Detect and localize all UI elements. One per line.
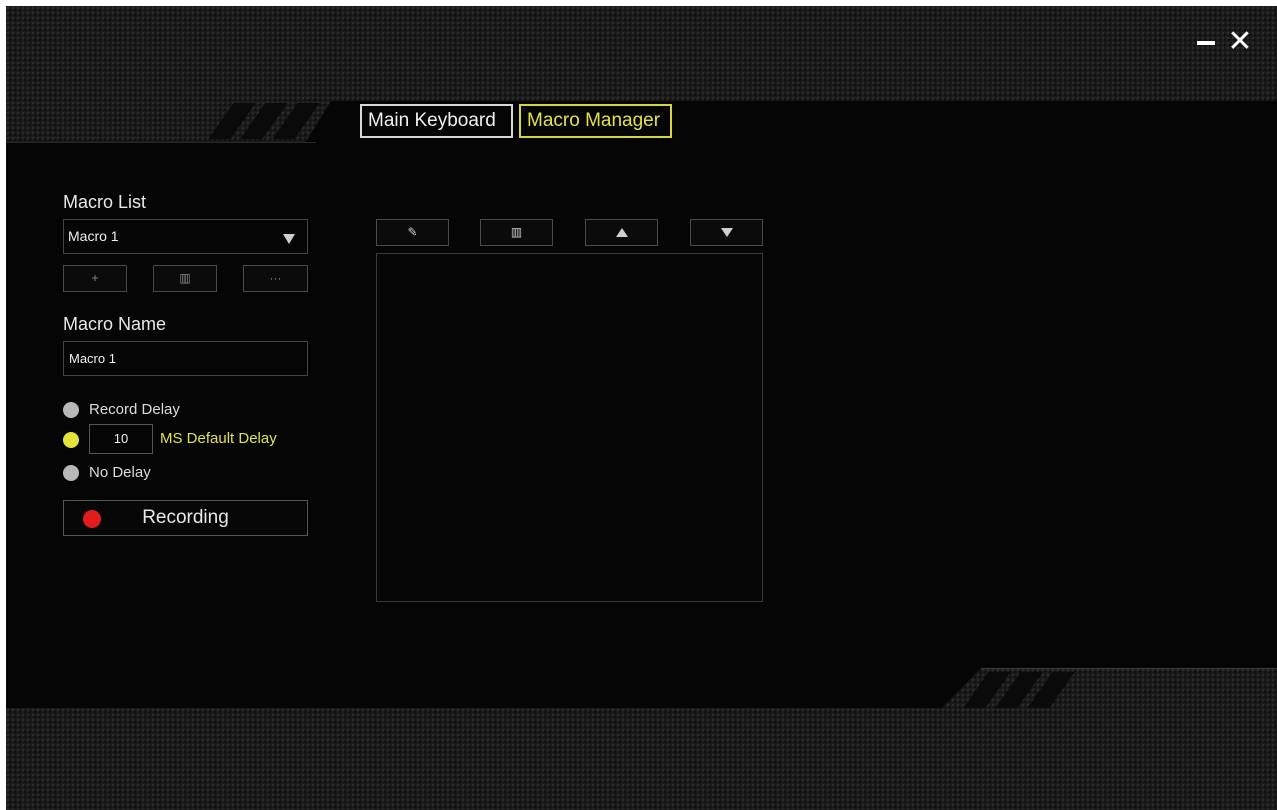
- no-delay-radio[interactable]: [63, 465, 79, 481]
- header-background: [6, 6, 1277, 101]
- header-stripes-decoration: [208, 103, 321, 139]
- add-macro-button[interactable]: +: [63, 265, 127, 292]
- recording-label: Recording: [142, 507, 229, 528]
- minimize-icon[interactable]: [1191, 28, 1219, 56]
- record-delay-radio[interactable]: [63, 402, 79, 418]
- record-dot-icon: [83, 510, 101, 528]
- pencil-icon: ✎: [407, 225, 418, 239]
- recording-button[interactable]: Recording: [63, 500, 308, 536]
- trash-icon: ▥: [179, 271, 191, 285]
- record-delay-label: Record Delay: [89, 401, 180, 418]
- macro-steps-list[interactable]: [376, 253, 763, 602]
- arrow-down-icon: [720, 228, 733, 238]
- macro-name-input[interactable]: Macro 1: [63, 341, 308, 376]
- footer-stripes-decoration: [963, 672, 1076, 708]
- tab-macro-manager[interactable]: Macro Manager: [519, 104, 672, 138]
- move-down-button[interactable]: [690, 219, 763, 246]
- delete-macro-button[interactable]: ▥: [153, 265, 217, 292]
- plus-icon: +: [91, 271, 99, 285]
- macro-list-selected: Macro 1: [68, 228, 119, 244]
- footer-background: [6, 708, 1277, 810]
- arrow-up-icon: [615, 228, 628, 238]
- default-delay-radio[interactable]: [63, 432, 79, 448]
- app-window: ✕ Main Keyboard Macro Manager Macro List…: [6, 6, 1277, 810]
- chevron-down-icon: [283, 234, 295, 244]
- more-options-button[interactable]: ···: [243, 265, 308, 292]
- close-icon[interactable]: ✕: [1226, 27, 1254, 57]
- edit-step-button[interactable]: ✎: [376, 219, 449, 246]
- macro-list-dropdown[interactable]: Macro 1: [63, 219, 308, 254]
- header-divider: [6, 142, 316, 143]
- no-delay-label: No Delay: [89, 464, 151, 481]
- default-delay-input[interactable]: 10: [89, 424, 153, 454]
- macro-list-label: Macro List: [63, 192, 147, 212]
- tab-main-keyboard[interactable]: Main Keyboard: [360, 104, 513, 138]
- move-up-button[interactable]: [585, 219, 658, 246]
- footer-divider: [981, 668, 1277, 669]
- delete-step-button[interactable]: ▥: [480, 219, 553, 246]
- macro-name-label: Macro Name: [63, 314, 167, 334]
- default-delay-label: MS Default Delay: [160, 430, 277, 447]
- ellipsis-icon: ···: [269, 271, 282, 285]
- trash-icon: ▥: [510, 225, 523, 239]
